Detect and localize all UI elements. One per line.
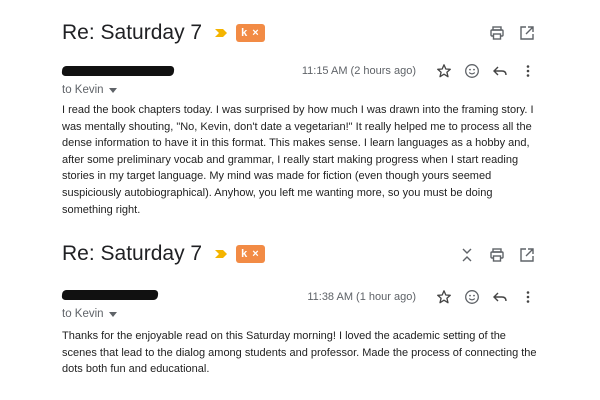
- message-meta: 11:38 AM (1 hour ago): [307, 287, 538, 307]
- recipient-line[interactable]: to Kevin: [62, 84, 174, 96]
- recipient-text: to Kevin: [62, 308, 104, 320]
- sender-block: to Kevin: [61, 285, 159, 320]
- email-subject: Re: Saturday 7: [62, 21, 203, 44]
- collapse-all-icon[interactable]: [456, 244, 478, 266]
- chevron-down-icon[interactable]: [108, 87, 117, 93]
- message-body: Thanks for the enjoyable read on this Sa…: [62, 330, 537, 376]
- sender-block: to Kevin: [61, 60, 175, 96]
- redacted-sender-name: [61, 66, 175, 76]
- open-in-new-window-icon[interactable]: [516, 244, 538, 266]
- chevron-down-icon[interactable]: [108, 311, 117, 317]
- timestamp: 11:38 AM (1 hour ago): [307, 291, 416, 303]
- print-icon[interactable]: [486, 244, 508, 266]
- message-body: I read the book chapters today. I was su…: [62, 104, 534, 216]
- subject-row: Re: Saturday 7 k ×: [62, 21, 265, 45]
- email-subject: Re: Saturday 7: [62, 242, 203, 265]
- more-vert-icon[interactable]: [518, 287, 538, 307]
- message-meta: 11:15 AM (2 hours ago): [302, 61, 538, 81]
- recipient-line[interactable]: to Kevin: [62, 308, 158, 320]
- more-vert-icon[interactable]: [518, 61, 538, 81]
- important-marker-icon[interactable]: [214, 26, 228, 40]
- reply-icon[interactable]: [490, 61, 510, 81]
- subject-row: Re: Saturday 7 k ×: [62, 242, 265, 266]
- timestamp: 11:15 AM (2 hours ago): [301, 65, 416, 77]
- recipient-text: to Kevin: [62, 84, 104, 96]
- star-icon[interactable]: [434, 61, 454, 81]
- important-marker-icon[interactable]: [214, 247, 228, 261]
- label-chip[interactable]: k ×: [236, 24, 265, 42]
- emoji-icon[interactable]: [462, 287, 482, 307]
- thread-actions: [478, 22, 538, 44]
- star-icon[interactable]: [434, 287, 454, 307]
- redacted-sender-name: [61, 290, 159, 300]
- print-icon[interactable]: [486, 22, 508, 44]
- reply-icon[interactable]: [490, 287, 510, 307]
- emoji-icon[interactable]: [462, 61, 482, 81]
- open-in-new-window-icon[interactable]: [516, 22, 538, 44]
- email-message-1: Re: Saturday 7 k × to Kevin 11:15 AM (2 …: [0, 0, 600, 228]
- label-chip[interactable]: k ×: [236, 245, 265, 263]
- thread-actions: [448, 244, 538, 266]
- email-message-2: Re: Saturday 7 k × to Kevin 11:38 AM (1 …: [0, 228, 600, 400]
